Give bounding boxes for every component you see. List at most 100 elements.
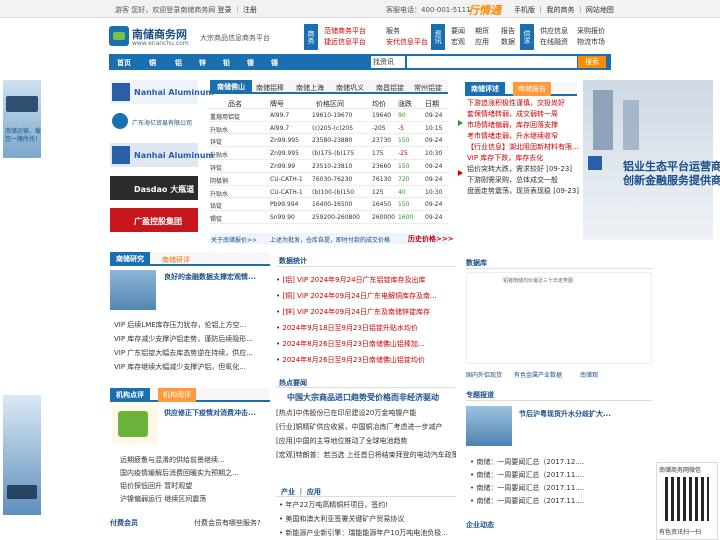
list-item[interactable]: • 2024年9月18日至9月23日铝锭升贴水均价 [276,320,456,336]
table-row[interactable]: 阴极铜 CU-CATH-1 76030-76230 76130 720 09-24 [210,173,448,186]
list-item[interactable]: 下游刚需采购，总体成交一般 [467,175,579,186]
table-row[interactable]: 重熔用铝锭 Al99.7 19610-19670 19640 90 09-24 [210,109,448,122]
nav-zinc[interactable]: 锌 [199,58,206,68]
info-col2[interactable]: 期货 应用 [475,26,489,48]
list-item[interactable]: [应用]中国的主导地位推动了全球电池趋势 [276,434,456,448]
list-item[interactable]: [行业]铜精矿供应收紧，中国铜冶炼厂考虑进一步减产 [276,420,456,434]
list-item[interactable]: • [铝] VIP 2024年9月24日广东铝锭库存及出库 [276,272,456,288]
table-row[interactable]: 锡锭 Sn99.90 259200-260800 260000 1600 09-24 [210,211,448,224]
search-type-select[interactable]: 找资讯 [371,56,405,68]
dasdao-logo[interactable]: Dasdao 大瓶道 [110,176,198,200]
tab-opinion-view[interactable]: 机构观评 [158,388,196,402]
list-item[interactable]: VIP 广东铝锭大幅去库态势逆在持续，供应... [114,348,264,359]
nanhai-logo-1[interactable]: Nanhai Aluminum [110,80,214,104]
nav-aluminum[interactable]: 铝 [175,58,182,68]
table-row[interactable]: 升贴水 Al99.7 (c)205-(c)205 -205 -5 10:15 [210,122,448,135]
register-link[interactable]: 注册 [243,6,257,14]
info-col3[interactable]: 报告 数据 [501,26,515,48]
list-item[interactable]: • 年产22万吨高精铜杆项目，签约! [279,498,459,512]
tab-shanghai[interactable]: 南储上海 [296,83,324,93]
table-row[interactable]: 升贴水 CU-CATH-1 (b)100-(b)150 125 40 10:30 [210,186,448,199]
history-price-link[interactable]: 历史价格>>> [408,234,454,244]
table-row[interactable]: 锌锭 Zn99.995 23580-23880 23730 150 09-24 [210,134,448,148]
list-item[interactable]: 国内疫情缓解后消费回暖实为预期之... [120,468,270,479]
list-item[interactable]: [热点]中伟股份已在印尼建设20万金吨镍产能 [276,406,456,420]
nav-tin[interactable]: 锡 [271,58,278,68]
special-thumbnail[interactable] [466,406,512,446]
truck-ad-banner[interactable]: 南储运输，载您一路所托！ [3,80,41,158]
tab-review[interactable]: 南储评述 [465,82,505,96]
list-item[interactable]: 盘面走势震荡，现货表现稳 [09-23] [467,186,579,197]
table-row[interactable]: 锌锭 Zn99.99 23510-23810 23660 150 09-24 [210,160,448,173]
tab-nanchang[interactable]: 南昌铝锭 [376,83,404,93]
tab-gongyi[interactable]: 南储巩义 [336,83,364,93]
list-item[interactable]: • 新能源产业新引擎：瑞能能源年产10万吨电池负极... [279,526,459,540]
tab-opinion[interactable]: 机构点评 [110,388,150,402]
list-item[interactable]: 套保情绪转弱，成交弱转一周 [467,109,579,120]
nav-copper[interactable]: 铜 [149,58,156,68]
research-thumbnail[interactable] [110,270,156,310]
supply-col1[interactable]: 供应信息 在线融资 [540,26,568,48]
table-row[interactable]: 铅锭 Pb99.994 16400-16500 16450 150 09-24 [210,198,448,212]
nav-lead[interactable]: 铅 [223,58,230,68]
about-price-link[interactable]: 关于南储报价>> [211,235,257,244]
tab-db-spot[interactable]: 国内外铝现货 [466,370,502,379]
nav-home[interactable]: 首页 [117,58,131,68]
list-item[interactable]: • 2024年8月26日至9月23日南储佛山铝棒加... [276,336,456,352]
nav-nickel[interactable]: 镍 [247,58,254,68]
list-item[interactable]: 【行业信息】湖北阻固新材料有限... [467,142,579,153]
tab-report[interactable]: 南储报告 [513,82,551,96]
list-item[interactable]: • 南储：一周要闻汇总（2017.11.... [470,482,650,495]
list-item[interactable]: 远期疲惫与混淆的供给前景继续... [120,455,270,466]
opinion-thumbnail[interactable] [112,405,158,445]
list-item[interactable]: VIP 库存下跌，库存去化 [467,153,579,164]
list-item[interactable]: VIP 库存减少支撑沪铝走势，谨防后续隐形... [114,334,264,345]
nanhai-logo-2[interactable]: Nanhai Aluminum [110,143,214,167]
hot-headline[interactable]: 中国大宗商品进口趋势受价格而非经济驱动 [287,392,439,403]
top-nav-links[interactable]: 手机版 ｜ 我的商务 ｜ 网站地图 [514,5,614,15]
list-item[interactable]: 考市情绪走弱，升水继续收窄 [467,131,579,142]
hangqingtong-logo[interactable]: 行情通 [468,2,501,18]
tab-foshan[interactable]: 南储佛山 [210,80,252,94]
building-ad[interactable]: 铝业生态平台运营商 创新金融服务提供商 [583,80,720,240]
list-item[interactable]: 铝价探低回升 暂时观望 [120,481,270,492]
opinion-headline[interactable]: 供应修正下疫情对消费冲击... [164,408,256,418]
table-row[interactable]: 升贴水 Zn99.995 (b)175-(b)175 175 -25 10:30 [210,147,448,160]
list-item[interactable]: • 美国和澳大利亚签署关键矿产贸易协议 [279,512,459,526]
tab-research-review[interactable]: 南储研评 [162,255,190,265]
search-input[interactable] [407,56,577,68]
ship-ad-banner[interactable] [3,395,41,515]
price-chart-area[interactable]: 铝锭南储均价最近三十日走势图 [466,272,652,364]
biz-col2[interactable]: 服务 安代信息平台 [386,26,428,48]
truck-icon [6,96,38,112]
list-item[interactable]: 铝价突转大跌，需求较好 [09-23] [467,164,579,175]
member-link[interactable]: 付费会员有哪些服务? [194,518,261,528]
list-item[interactable]: 下游追涨积极性谨慎，交投尚好 [467,98,579,109]
research-headline[interactable]: 良好的金融数据支撑宏观情... [164,272,256,282]
tab-changzhou[interactable]: 常州铝锭 [414,83,442,93]
tab-rod[interactable]: 南储铝棒 [256,83,284,93]
biz-col1[interactable]: 范储商务平台 捷远信息平台 [324,26,366,48]
list-item[interactable]: VIP 库存继续大幅减少支撑沪铝，但氧化... [114,362,264,373]
list-item[interactable]: • 南储：一周要闻汇总（2017.11.... [470,495,650,508]
search-button[interactable]: 搜索 [578,56,606,68]
list-item[interactable]: • 南储：一周要闻汇总（2017.11.... [470,469,650,482]
special-headline[interactable]: 节后沪粤现货升水分歧扩大... [519,409,611,419]
info-col1[interactable]: 要闻 宏观 [451,26,465,48]
list-item[interactable]: • 南储：一周要闻汇总（2017.12.... [470,456,650,469]
login-link[interactable]: 登录 [217,6,231,14]
supply-col2[interactable]: 采购报价 物流市场 [577,26,605,48]
list-item[interactable]: 市场情绪偏弱，库存回落支撑 [467,120,579,131]
haiyi-logo[interactable]: 广东海亿贸易有限公司 [110,110,198,134]
list-item[interactable]: • [铜] VIP 2024年09月24日广东电解铜库存及南... [276,288,456,304]
tab-db-industry[interactable]: 有色金属产业数据 [514,370,562,379]
guangying-logo[interactable]: 广盈控股集团 [110,208,198,232]
list-item[interactable]: [宏观]特朗普：若当选 上任首日将结束拜登的电动汽车政策 [276,448,456,462]
site-logo[interactable]: 南储商务网 www.enanchu.com [109,24,195,50]
tab-research[interactable]: 南储研究 [110,252,150,266]
list-item[interactable]: 沪镍偏弱运行 继续区间震荡 [120,494,270,505]
list-item[interactable]: • [锌] VIP 2024年09月24日广东及南储锌锭库存 [276,304,456,320]
list-item[interactable]: • 2024年8月26日至9月23日南储佛山铝锭均价 [276,352,456,368]
list-item[interactable]: VIP 后续LME库存压力犹存，伦铝上方空... [114,320,264,331]
tab-db-view[interactable]: 南储观 [580,370,598,379]
